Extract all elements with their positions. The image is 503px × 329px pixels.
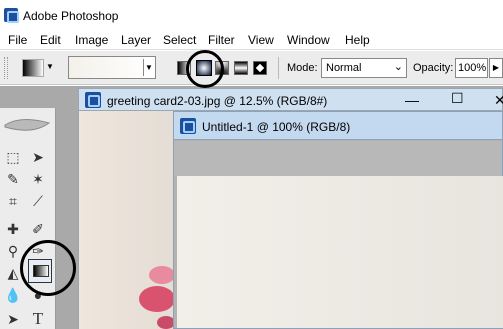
chevron-down-icon[interactable]: ▼ [143,59,154,76]
document-title-bar[interactable]: greeting card2-03.jpg @ 12.5% (RGB/8#) [79,89,502,111]
menu-layer[interactable]: Layer [121,33,151,47]
crop-tool-icon[interactable]: ⌗ [2,190,24,212]
mode-value: Normal [326,62,362,74]
tool-preset-picker[interactable] [22,59,44,77]
document-title-bar[interactable]: Untitled-1 @ 100% (RGB/8) [174,112,502,140]
marquee-tool-icon[interactable]: ⬚ [2,146,24,168]
mode-select[interactable]: Normal ⌄ [321,58,407,78]
background-canvas[interactable] [79,111,175,329]
menu-window[interactable]: Window [287,33,330,47]
menu-help[interactable]: Help [345,33,370,47]
photoshop-document-icon [180,118,196,134]
annotation-circle-radial-gradient [186,50,224,88]
chevron-down-icon[interactable]: ▼ [46,62,54,71]
close-icon[interactable]: ✕ [494,92,503,109]
magic-wand-tool-icon[interactable]: ✶ [27,168,49,190]
flower-image [139,286,175,312]
text-tool-icon[interactable]: T [27,308,49,329]
path-selection-tool-icon[interactable]: ➤ [2,308,24,329]
eyedropper-tool-icon[interactable]: ⟋ [27,190,49,212]
opacity-input[interactable]: 100% [455,58,488,78]
menu-edit[interactable]: Edit [40,33,61,47]
photoshop-document-icon [85,92,101,108]
menu-file[interactable]: File [8,33,27,47]
brush-tool-icon[interactable]: ✐ [27,218,49,240]
menu-select[interactable]: Select [163,33,196,47]
lasso-tool-icon[interactable]: ✎ [2,168,24,190]
divider [278,57,279,79]
maximize-icon[interactable]: ☐ [451,90,464,107]
mode-label: Mode: [287,62,318,74]
document-title: Untitled-1 @ 100% (RGB/8) [202,120,351,134]
chevron-right-icon[interactable]: ▶ [489,58,503,78]
app-title: Adobe Photoshop [23,9,119,23]
flower-image [149,266,175,284]
diamond-gradient-icon[interactable] [253,61,267,75]
options-bar-grip[interactable] [4,57,8,79]
menu-bar: File Edit Image Layer Select Filter View… [0,30,503,50]
title-bar: Adobe Photoshop [0,0,503,30]
photoshop-icon [4,8,19,23]
opacity-label: Opacity: [413,62,454,74]
menu-view[interactable]: View [248,33,274,47]
document-window-foreground[interactable]: Untitled-1 @ 100% (RGB/8) [173,111,503,329]
annotation-circle-gradient-tool [20,240,76,296]
canvas-pasteboard [174,141,502,176]
move-tool-icon[interactable]: ➤ [27,146,49,168]
menu-image[interactable]: Image [75,33,108,47]
blur-tool-icon[interactable]: 💧 [2,284,24,306]
minimize-icon[interactable]: — [405,92,419,108]
healing-brush-tool-icon[interactable]: ✚ [2,218,24,240]
chevron-down-icon: ⌄ [393,61,403,73]
gradient-picker[interactable]: ▼ [68,56,156,79]
document-canvas[interactable] [177,176,503,328]
menu-filter[interactable]: Filter [208,33,235,47]
feather-icon [4,119,51,131]
document-title: greeting card2-03.jpg @ 12.5% (RGB/8#) [107,94,328,108]
reflected-gradient-icon[interactable] [234,61,248,75]
